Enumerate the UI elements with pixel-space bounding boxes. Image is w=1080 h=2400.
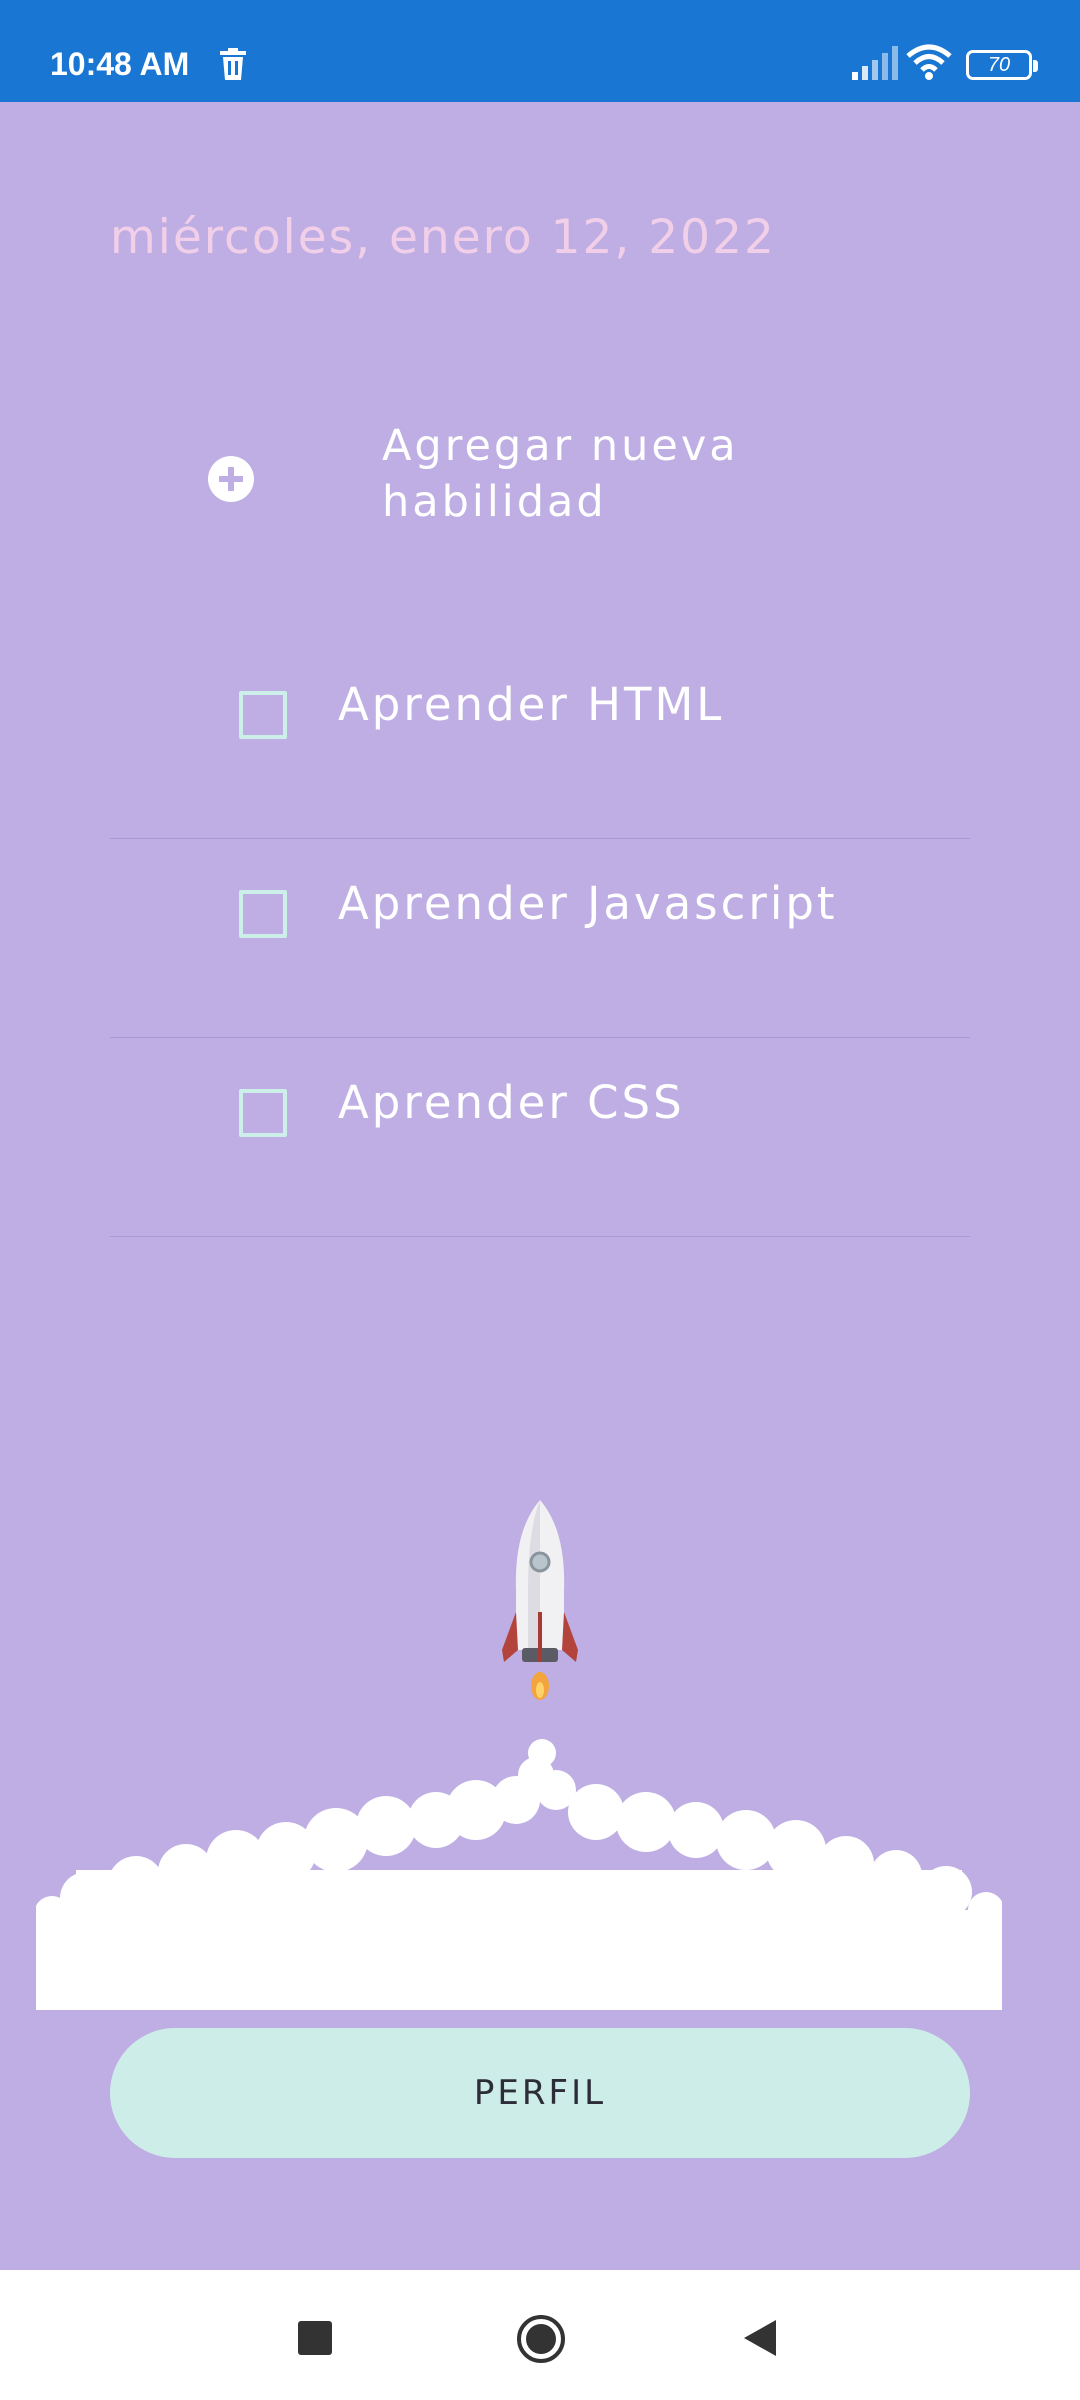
date-label: miércoles, enero 12, 2022 <box>110 210 776 265</box>
profile-button[interactable]: PERFIL <box>110 2028 970 2158</box>
task-checkbox[interactable] <box>239 890 287 938</box>
add-skill-button[interactable]: Agregar nueva habilidad <box>200 410 900 550</box>
wifi-icon <box>906 44 952 80</box>
recent-apps-icon[interactable] <box>298 2321 332 2355</box>
skill-list: Aprender HTML Aprender Javascript Aprend… <box>110 640 970 1237</box>
list-item: Aprender CSS <box>110 1038 970 1237</box>
task-label: Aprender CSS <box>338 1076 685 1129</box>
back-icon[interactable] <box>742 2318 778 2358</box>
list-item: Aprender HTML <box>110 640 970 839</box>
status-time: 10:48 AM <box>50 46 190 82</box>
signal-icon <box>852 46 898 80</box>
plus-circle-icon[interactable] <box>208 456 254 502</box>
navigation-bar <box>0 2270 1080 2400</box>
trash-icon <box>220 48 246 80</box>
status-bar: 10:48 AM 70 <box>0 0 1080 102</box>
battery-icon: 70 <box>966 50 1038 80</box>
task-checkbox[interactable] <box>239 691 287 739</box>
list-item: Aprender Javascript <box>110 839 970 1038</box>
rocket-illustration <box>36 1500 1002 2010</box>
task-label: Aprender Javascript <box>338 877 838 930</box>
task-label: Aprender HTML <box>338 678 725 731</box>
cloud-icon <box>36 1739 1002 2010</box>
rocket-icon <box>502 1500 578 1700</box>
home-icon[interactable] <box>516 2314 566 2364</box>
task-checkbox[interactable] <box>239 1089 287 1137</box>
add-skill-label: Agregar nueva habilidad <box>382 421 739 527</box>
